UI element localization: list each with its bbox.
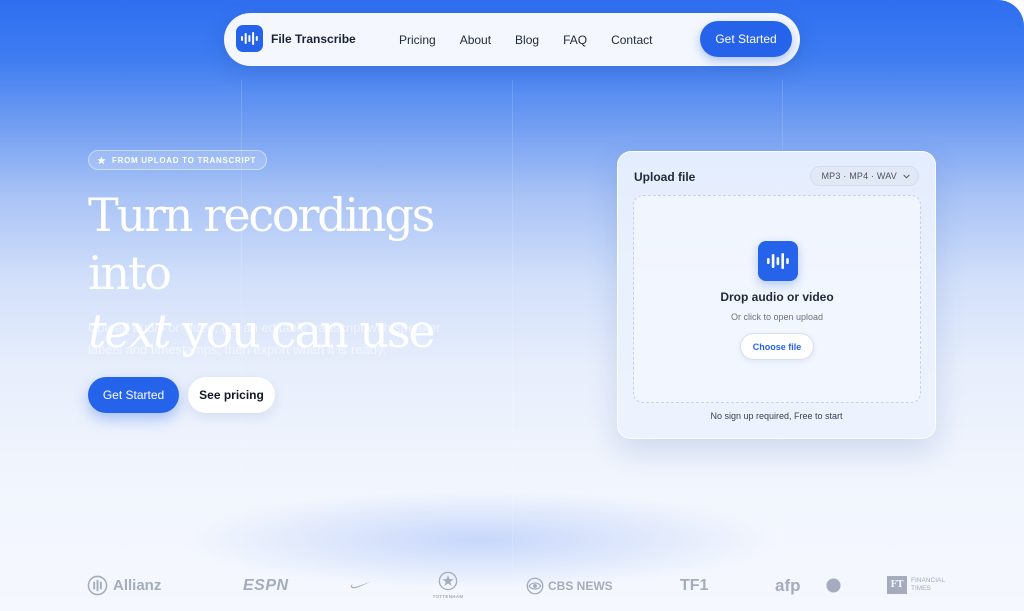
circle-logo-icon xyxy=(826,578,841,593)
format-select[interactable]: MP3 · MP4 · WAV xyxy=(810,166,919,186)
format-select-value: MP3 · MP4 · WAV xyxy=(821,171,897,181)
dropzone[interactable]: Drop audio or video Or click to open upl… xyxy=(633,195,921,403)
nav-link-faq[interactable]: FAQ xyxy=(563,33,587,47)
cbs-eye-icon xyxy=(526,577,544,595)
get-started-button[interactable]: Get Started xyxy=(88,377,179,413)
nav-get-started-button[interactable]: Get Started xyxy=(700,21,792,57)
logo-espn: ESPN xyxy=(243,577,289,595)
audio-waveform-icon xyxy=(236,25,263,52)
logo-nike xyxy=(350,580,372,590)
logo-cbs-news-text: CBS NEWS xyxy=(548,579,613,593)
logo-tottenham-text: TOTTENHAM xyxy=(432,594,464,599)
star-icon xyxy=(97,155,106,164)
nav-links: Pricing About Blog FAQ Contact xyxy=(399,13,676,66)
nav-link-contact[interactable]: Contact xyxy=(611,33,652,47)
logo-tottenham: TOTTENHAM xyxy=(428,571,468,599)
navbar: File Transcribe Pricing About Blog FAQ C… xyxy=(224,13,800,66)
see-pricing-button[interactable]: See pricing xyxy=(188,377,275,413)
upload-card-title: Upload file xyxy=(634,170,696,184)
logo-tf1-text: TF1 xyxy=(680,577,709,594)
nike-swoosh-icon xyxy=(350,581,372,589)
nav-link-pricing[interactable]: Pricing xyxy=(399,33,436,47)
logo-espn-text: ESPN xyxy=(243,577,289,594)
dropzone-title: Drop audio or video xyxy=(720,290,834,304)
hero-subtitle: Upload audio or video, get an editable t… xyxy=(88,320,441,357)
dropzone-subtitle: Or click to open upload xyxy=(730,312,824,322)
nav-link-blog[interactable]: Blog xyxy=(515,33,539,47)
logo-circle xyxy=(826,578,841,593)
grid-line xyxy=(512,80,513,571)
ft-line1: FINANCIAL xyxy=(911,577,945,584)
page: File Transcribe Pricing About Blog FAQ C… xyxy=(0,0,1024,611)
hero-badge: FROM UPLOAD TO TRANSCRIPT xyxy=(88,150,268,170)
ft-mark-text: FT xyxy=(890,580,904,590)
audio-waveform-icon xyxy=(758,241,798,281)
logo-afp: afp xyxy=(775,576,801,596)
nav-link-about[interactable]: About xyxy=(460,33,491,47)
ft-mark: FT xyxy=(887,576,907,594)
badge-text: FROM UPLOAD TO TRANSCRIPT xyxy=(112,155,257,165)
tottenham-crest-icon xyxy=(438,571,458,591)
logo-allianz: Allianz xyxy=(87,575,161,596)
logo-cbs-news: CBS NEWS xyxy=(526,577,613,595)
hero-title-line1: Turn recordings into xyxy=(88,188,435,300)
upload-card: Upload file MP3 · MP4 · WAV Drop audio o… xyxy=(617,151,936,439)
brand-name: File Transcribe xyxy=(271,31,356,46)
upload-card-footer: No sign up required, Free to start xyxy=(710,411,843,421)
ft-line2: TIMES xyxy=(911,585,931,592)
brand[interactable]: File Transcribe xyxy=(236,25,356,52)
logo-tf1: TF1 xyxy=(680,577,708,595)
allianz-mark-icon xyxy=(87,575,108,596)
choose-file-button[interactable]: Choose file xyxy=(740,333,814,360)
logo-financial-times: FT FINANCIAL TIMES xyxy=(887,576,945,594)
logo-afp-text: afp xyxy=(775,576,801,595)
ft-wordmark: FINANCIAL TIMES xyxy=(911,577,945,593)
chevron-down-icon xyxy=(903,174,910,179)
logo-allianz-text: Allianz xyxy=(113,577,162,594)
